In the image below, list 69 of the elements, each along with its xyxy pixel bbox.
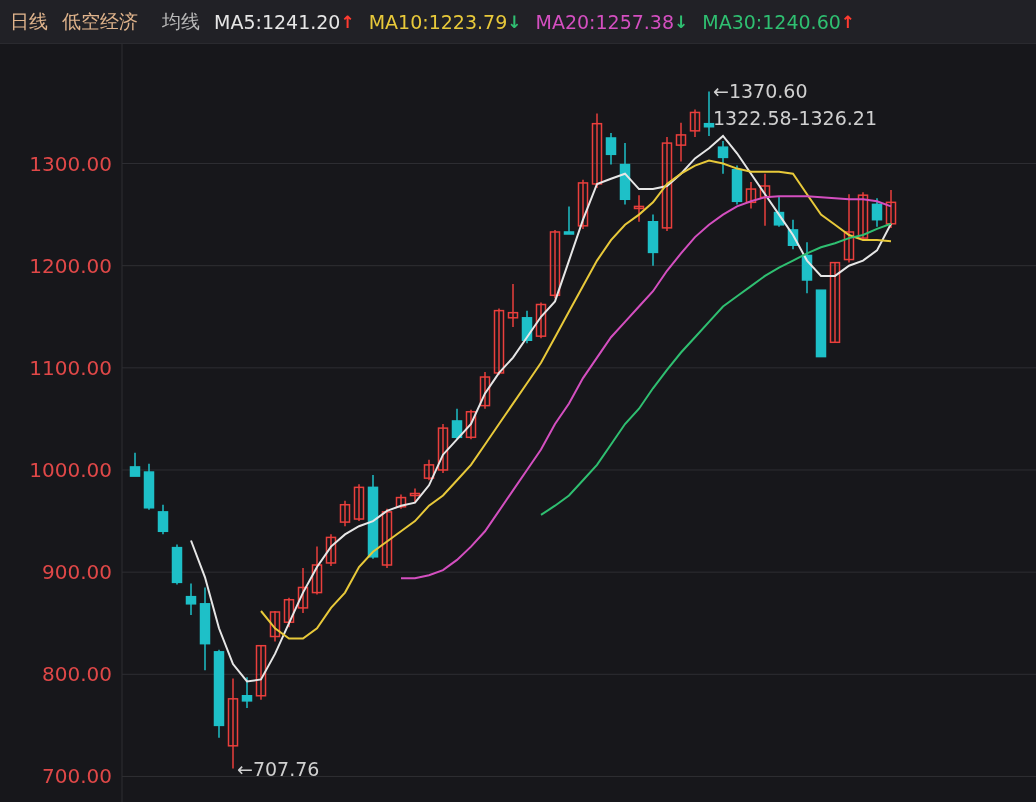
candlestick (605, 132, 617, 166)
candlestick (325, 533, 337, 567)
candlestick (773, 195, 785, 228)
candlestick (143, 463, 155, 511)
candlestick (185, 582, 197, 616)
candlestick (633, 194, 645, 223)
candlestick (381, 508, 393, 569)
candlestick (395, 493, 407, 510)
ma-label: 均线 (162, 8, 200, 34)
ma-value: MA10:1223.79 (368, 10, 508, 33)
candlestick (465, 408, 477, 441)
candlestick (857, 191, 869, 241)
candlestick (283, 596, 295, 629)
candlestick (801, 241, 813, 294)
candlestick (745, 181, 757, 210)
y-axis-label: 800.00 (42, 662, 112, 687)
y-axis-label: 1000.00 (29, 458, 112, 482)
candlestick (577, 179, 589, 230)
price-annotation: ←707.76 (237, 757, 320, 780)
candlestick (241, 676, 253, 709)
candlestick (647, 213, 659, 267)
candlestick (437, 423, 449, 474)
y-axis-label: 1100.00 (29, 355, 112, 380)
candlestick (451, 407, 463, 441)
trend-arrow: ↓ (507, 11, 522, 32)
candlestick (311, 545, 323, 596)
candlestick (689, 108, 701, 138)
price-annotation: ←1370.60 (713, 80, 808, 103)
candlestick (157, 504, 169, 536)
candlestick (563, 205, 575, 235)
y-axis-label: 700.00 (42, 764, 112, 789)
sector-name: 低空经济 (62, 8, 138, 34)
trend-arrow: ↑ (340, 11, 355, 32)
ma-value: MA30:1240.60 (702, 10, 841, 33)
candlestick (619, 142, 631, 206)
candlestick (885, 189, 897, 229)
candlestick (171, 543, 183, 586)
ma-value: MA5:1241.20 (214, 10, 341, 33)
ma-value: MA20:1257.38 (535, 10, 675, 33)
y-axis-label: 1300.00 (29, 151, 112, 176)
trend-arrow: ↑ (840, 11, 856, 32)
y-axis-label: 900.00 (42, 560, 112, 585)
price-annotation: 1322.58-1326.21 (713, 107, 877, 130)
candlestick (493, 307, 505, 376)
candlestick (675, 121, 687, 163)
trend-arrow: ↓ (674, 11, 689, 32)
candlestick (409, 487, 421, 504)
candlestick (703, 90, 715, 137)
candlestick (269, 610, 281, 643)
candlestick (423, 459, 435, 481)
candlestick (535, 301, 547, 339)
candlestick (129, 451, 141, 477)
candlestick (507, 283, 519, 328)
candlestick (717, 140, 729, 175)
candlestick (297, 567, 309, 614)
candlestick (759, 173, 771, 227)
candlestick (479, 371, 491, 410)
candlestick (731, 164, 743, 206)
candlestick (255, 644, 267, 701)
period-label[interactable]: 日线 (10, 8, 48, 35)
candlestick (521, 309, 533, 345)
candlestick (787, 218, 799, 251)
candlestick (549, 229, 561, 300)
candlestick (339, 499, 351, 527)
candlestick (353, 483, 365, 522)
candlestick (843, 193, 855, 264)
candlestick (815, 289, 827, 358)
y-axis-label: 1200.00 (29, 253, 112, 278)
candlestick (871, 197, 883, 228)
